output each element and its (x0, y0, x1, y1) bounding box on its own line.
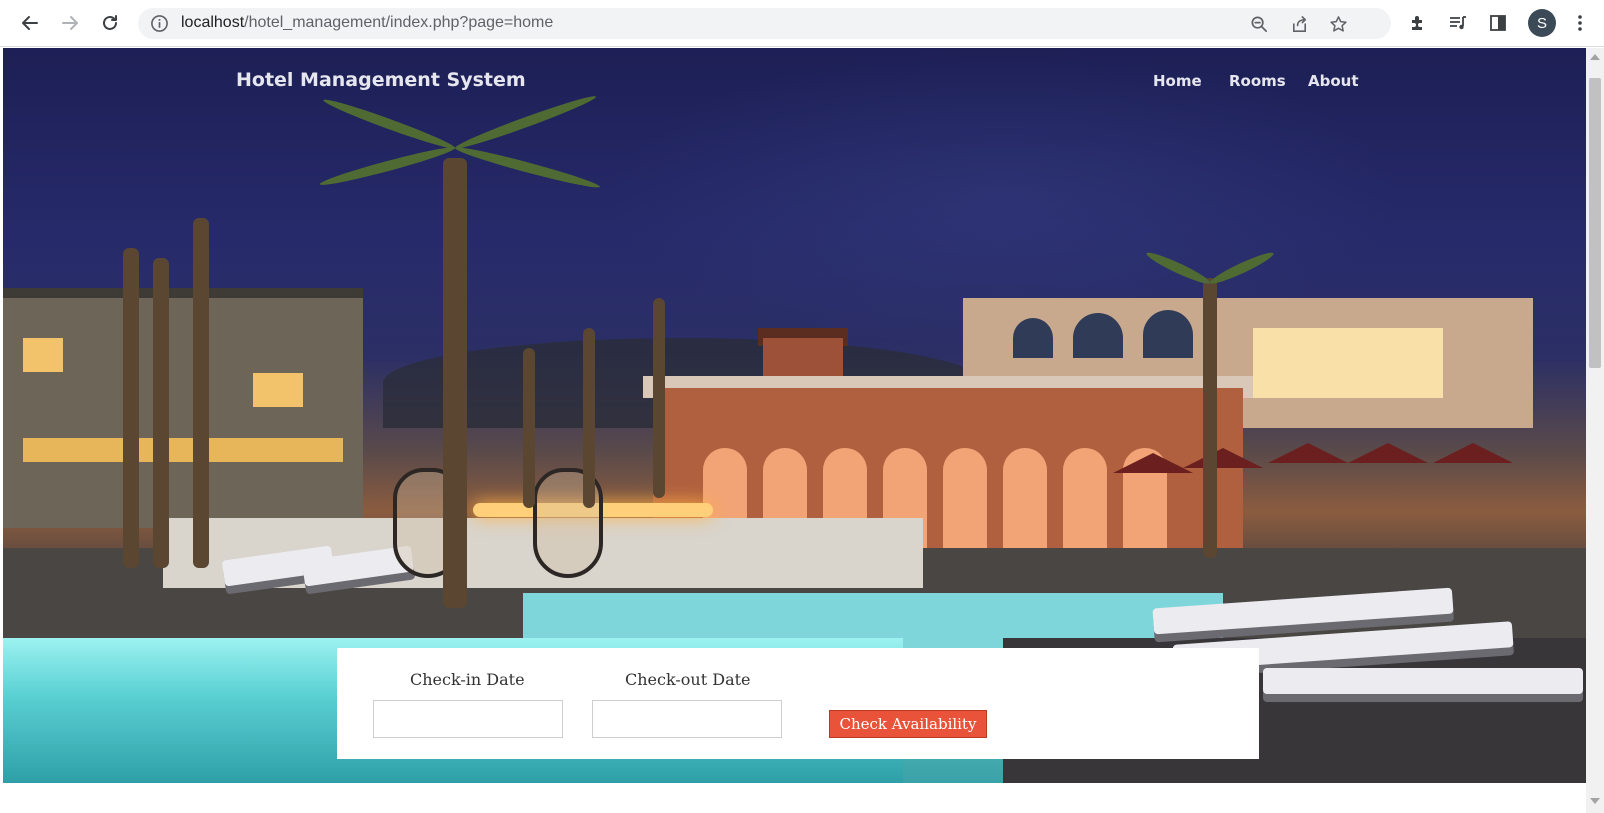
forward-icon (62, 16, 78, 30)
scroll-thumb[interactable] (1589, 78, 1601, 368)
address-bar[interactable]: localhost/hotel_management/index.php?pag… (138, 8, 1391, 39)
nav-home[interactable]: Home (1153, 72, 1202, 90)
checkin-date-input[interactable] (373, 700, 563, 738)
media-button[interactable] (1442, 7, 1474, 39)
scroll-up-arrow-icon[interactable] (1590, 54, 1600, 60)
zoom-icon (1251, 16, 1267, 32)
checkout-label: Check-out Date (625, 670, 751, 689)
side-panel-icon (1490, 15, 1506, 31)
check-availability-button[interactable]: Check Availability (829, 710, 987, 738)
menu-button[interactable] (1564, 7, 1596, 39)
checkin-label: Check-in Date (410, 670, 525, 689)
info-icon[interactable] (150, 14, 169, 33)
share-icon (1292, 15, 1306, 32)
media-icon (1450, 16, 1466, 30)
zoom-button[interactable] (1248, 13, 1270, 35)
star-icon (1329, 15, 1347, 32)
share-button[interactable] (1288, 13, 1310, 35)
menu-icon (1578, 15, 1582, 31)
scroll-down-arrow-icon[interactable] (1590, 798, 1600, 804)
url-path: /hotel_management/index.php?page=home (244, 14, 554, 31)
page-scrollbar[interactable] (1586, 48, 1604, 813)
back-icon (22, 16, 38, 30)
nav-rooms[interactable]: Rooms (1229, 72, 1286, 90)
availability-form: Check-in Date Check-out Date Check Avail… (337, 648, 1259, 759)
site-brand[interactable]: Hotel Management System (236, 69, 526, 91)
forward-button[interactable] (54, 7, 86, 39)
reload-icon (103, 15, 117, 30)
browser-toolbar: localhost/hotel_management/index.php?pag… (0, 0, 1604, 47)
hero-banner: Hotel Management System Home Rooms About… (3, 48, 1586, 783)
nav-about[interactable]: About (1308, 72, 1359, 90)
side-panel-button[interactable] (1482, 7, 1514, 39)
page-viewport: Hotel Management System Home Rooms About… (0, 48, 1604, 813)
checkout-date-input[interactable] (592, 700, 782, 738)
url-domain: localhost (181, 14, 245, 31)
reload-button[interactable] (94, 7, 126, 39)
bookmark-button[interactable] (1327, 13, 1349, 35)
back-button[interactable] (14, 7, 46, 39)
avatar[interactable]: S (1528, 9, 1556, 37)
url-text[interactable]: localhost/hotel_management/index.php?pag… (181, 14, 553, 32)
extensions-icon (1412, 16, 1422, 30)
extensions-button[interactable] (1402, 7, 1434, 39)
